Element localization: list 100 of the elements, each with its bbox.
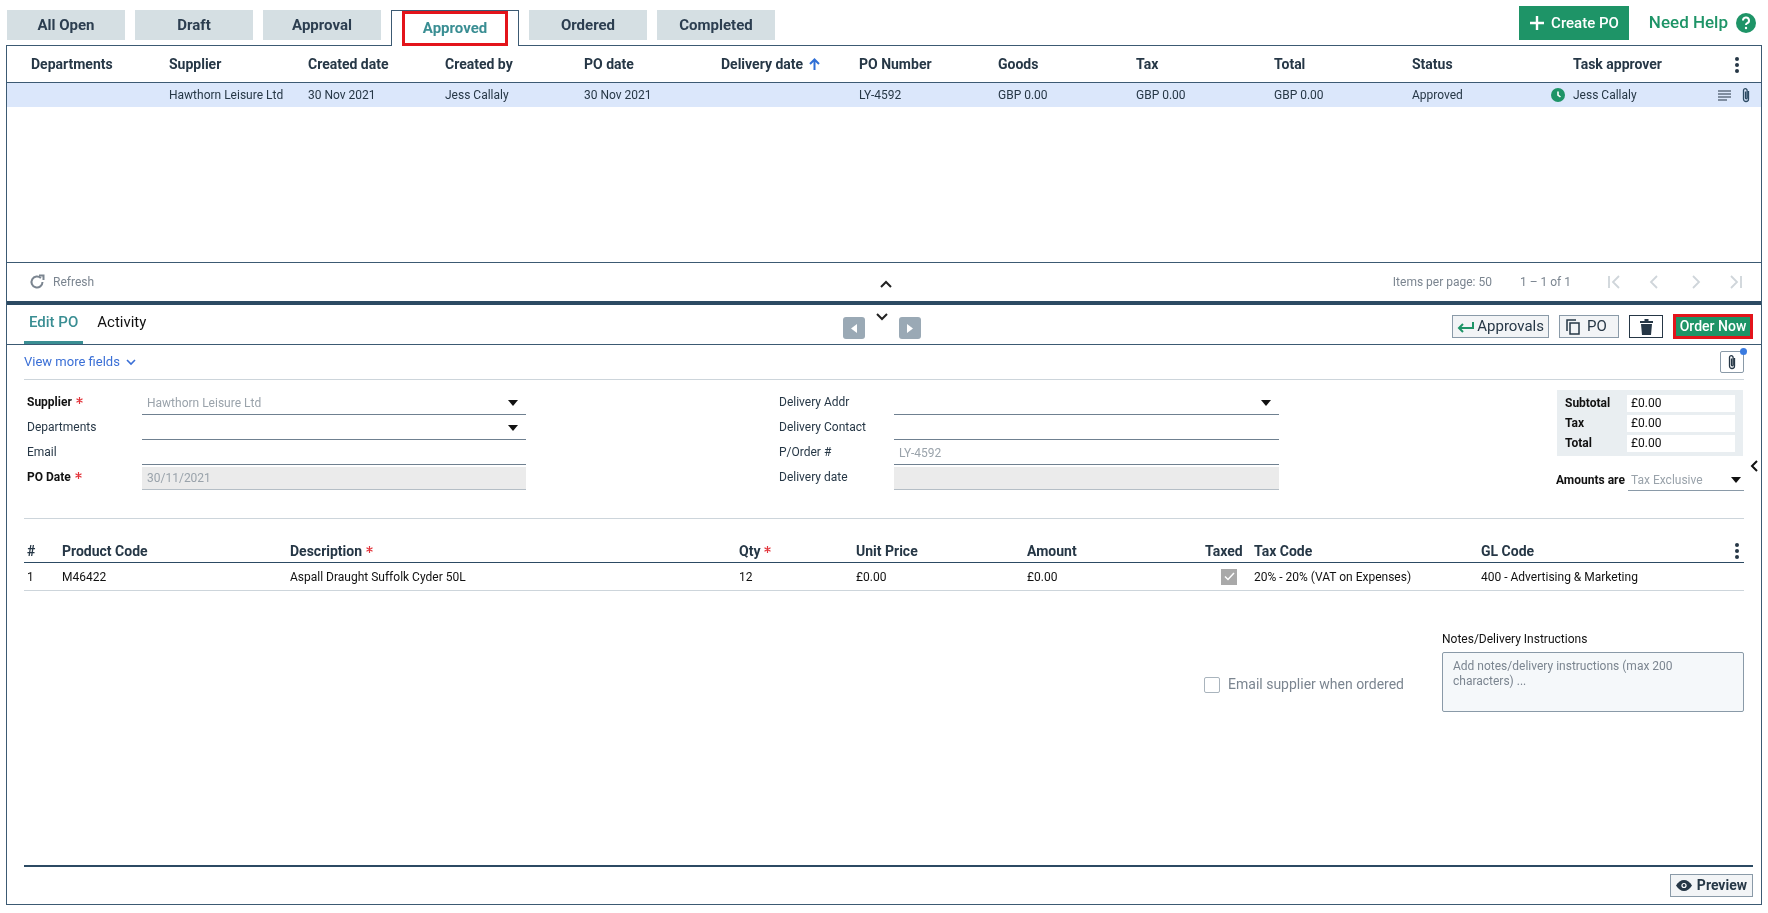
- column-header[interactable]: Departments: [31, 53, 113, 75]
- email-supplier-checkbox[interactable]: Email supplier when ordered: [1204, 674, 1404, 695]
- view-more-fields-link[interactable]: View more fields: [24, 352, 136, 372]
- order-now-button[interactable]: Order Now: [1673, 314, 1753, 339]
- field-label: Email: [27, 444, 57, 461]
- table-cell-text: LY-4592: [859, 87, 902, 104]
- table-cell-text: 30 Nov 2021: [584, 87, 652, 104]
- taxed-checkbox[interactable]: [1221, 568, 1237, 585]
- notes-field[interactable]: Add notes/delivery instructions (max 200 characters) ...: [1442, 652, 1744, 712]
- field-label: Departments: [27, 419, 97, 436]
- notes-label: Notes/Delivery Instructions: [1442, 631, 1589, 648]
- dropdown-icon: [1731, 476, 1741, 483]
- status-tab[interactable]: Completed: [657, 10, 775, 40]
- plus-icon: [1529, 15, 1546, 31]
- status-tab[interactable]: All Open: [7, 10, 125, 40]
- column-header[interactable]: Goods: [998, 53, 1039, 75]
- field-label: Delivery Addr: [779, 394, 850, 411]
- left-triangle-icon: [851, 323, 857, 333]
- refresh-icon: [29, 274, 45, 290]
- table-cell-text: Approved: [1412, 87, 1463, 104]
- column-header: Qty: [739, 541, 761, 561]
- table-cell-text: Hawthorn Leisure Ltd: [169, 87, 284, 104]
- column-header[interactable]: Created by: [445, 53, 513, 75]
- status-tab[interactable]: Approval: [263, 10, 381, 40]
- approvals-button[interactable]: Approvals: [1452, 315, 1549, 338]
- collapse-up-icon[interactable]: [880, 280, 892, 288]
- collapse-down-icon[interactable]: [876, 313, 888, 321]
- table-cell-text: GBP 0.00: [1136, 87, 1186, 104]
- copy-po-button[interactable]: PO: [1559, 315, 1619, 338]
- help-link[interactable]: Need Help: [1648, 10, 1756, 36]
- sort-up-icon[interactable]: [809, 57, 821, 71]
- table-cell-text: 12: [739, 568, 753, 586]
- check-icon: [1223, 572, 1235, 581]
- table-cell-text: £0.00: [1027, 568, 1058, 586]
- items-per-page-label: Items per page: 50: [1392, 274, 1492, 291]
- dropdown-icon: [508, 425, 518, 431]
- more-icon[interactable]: [1735, 57, 1739, 73]
- column-header[interactable]: Status: [1412, 53, 1453, 75]
- attachment-button[interactable]: [1720, 351, 1744, 373]
- column-header[interactable]: PO Number: [859, 53, 932, 75]
- column-header: Taxed: [1205, 541, 1243, 561]
- table-row[interactable]: Hawthorn Leisure Ltd 30 Nov 2021 Jess Callaly 30 Nov 2021 LY-4592 GBP 0.00 GBP 0.00 GBP 0.00 Approved Jess Callaly: [7, 83, 1761, 107]
- eye-icon: [1675, 880, 1692, 891]
- column-header[interactable]: Task approver: [1573, 53, 1662, 75]
- totals-value: £0.00: [1627, 394, 1735, 412]
- preview-button[interactable]: Preview: [1669, 874, 1753, 897]
- column-header: GL Code: [1481, 541, 1535, 561]
- trash-icon: [1639, 318, 1653, 335]
- table-cell-text: Aspall Draught Suffolk Cyder 50L: [290, 568, 466, 586]
- chevron-down-icon: [125, 358, 136, 366]
- attachment-icon: [1727, 354, 1737, 370]
- collapse-side-icon[interactable]: [1750, 460, 1758, 472]
- help-icon: [1736, 13, 1756, 33]
- totals-value: £0.00: [1627, 414, 1735, 432]
- table-cell-text: GBP 0.00: [998, 87, 1048, 104]
- column-header: Description: [290, 541, 363, 561]
- totals-value: £0.00: [1627, 434, 1735, 452]
- required-icon: [75, 396, 83, 404]
- table-cell-text: GBP 0.00: [1274, 87, 1324, 104]
- notes-icon[interactable]: [1718, 90, 1731, 101]
- column-header: Unit Price: [856, 541, 918, 561]
- dropdown-icon: [1261, 400, 1271, 406]
- totals-label: Tax: [1565, 415, 1586, 432]
- detail-tab[interactable]: Edit PO: [24, 304, 84, 344]
- column-header[interactable]: Total: [1274, 53, 1306, 75]
- column-header[interactable]: PO date: [584, 53, 634, 75]
- field-label: Delivery Contact: [779, 419, 866, 436]
- column-header[interactable]: Supplier: [169, 53, 222, 75]
- totals-label: Subtotal: [1565, 395, 1612, 412]
- table-cell-text: 20% - 20% (VAT on Expenses): [1254, 568, 1412, 586]
- field-label: P/Order #: [779, 444, 832, 461]
- status-tab[interactable]: Approved: [391, 10, 519, 46]
- required-icon: [366, 545, 374, 553]
- amounts-are-label: Amounts are: [1556, 472, 1626, 489]
- previous-button[interactable]: [843, 317, 865, 339]
- required-icon: [764, 545, 772, 553]
- table-cell-text: £0.00: [856, 568, 887, 586]
- field-label: Delivery date: [779, 469, 848, 486]
- table-cell-text: 400 - Advertising & Marketing: [1481, 568, 1638, 586]
- table-cell-text: 30 Nov 2021: [308, 87, 376, 104]
- next-button[interactable]: [899, 317, 921, 339]
- detail-tab[interactable]: Activity: [92, 304, 152, 344]
- dropdown-icon: [508, 400, 518, 406]
- more-icon[interactable]: [1735, 543, 1739, 559]
- field-label: Supplier: [27, 394, 72, 411]
- column-header[interactable]: Created date: [308, 53, 389, 75]
- table-cell-text: 1: [27, 568, 34, 586]
- table-cell-text: Jess Callaly: [445, 87, 509, 104]
- attachment-icon[interactable]: [1741, 87, 1751, 103]
- refresh-button[interactable]: Refresh: [29, 273, 95, 291]
- required-icon: [74, 471, 82, 479]
- column-header[interactable]: Delivery date: [721, 53, 804, 75]
- column-header: Amount: [1027, 541, 1077, 561]
- delete-button[interactable]: [1629, 315, 1663, 338]
- column-header: Product Code: [62, 541, 148, 561]
- create-po-button[interactable]: Create PO: [1519, 6, 1629, 40]
- table-cell-text: Jess Callaly: [1573, 87, 1637, 104]
- column-header[interactable]: Tax: [1136, 53, 1159, 75]
- status-tab[interactable]: Ordered: [529, 10, 647, 40]
- status-tab[interactable]: Draft: [135, 10, 253, 40]
